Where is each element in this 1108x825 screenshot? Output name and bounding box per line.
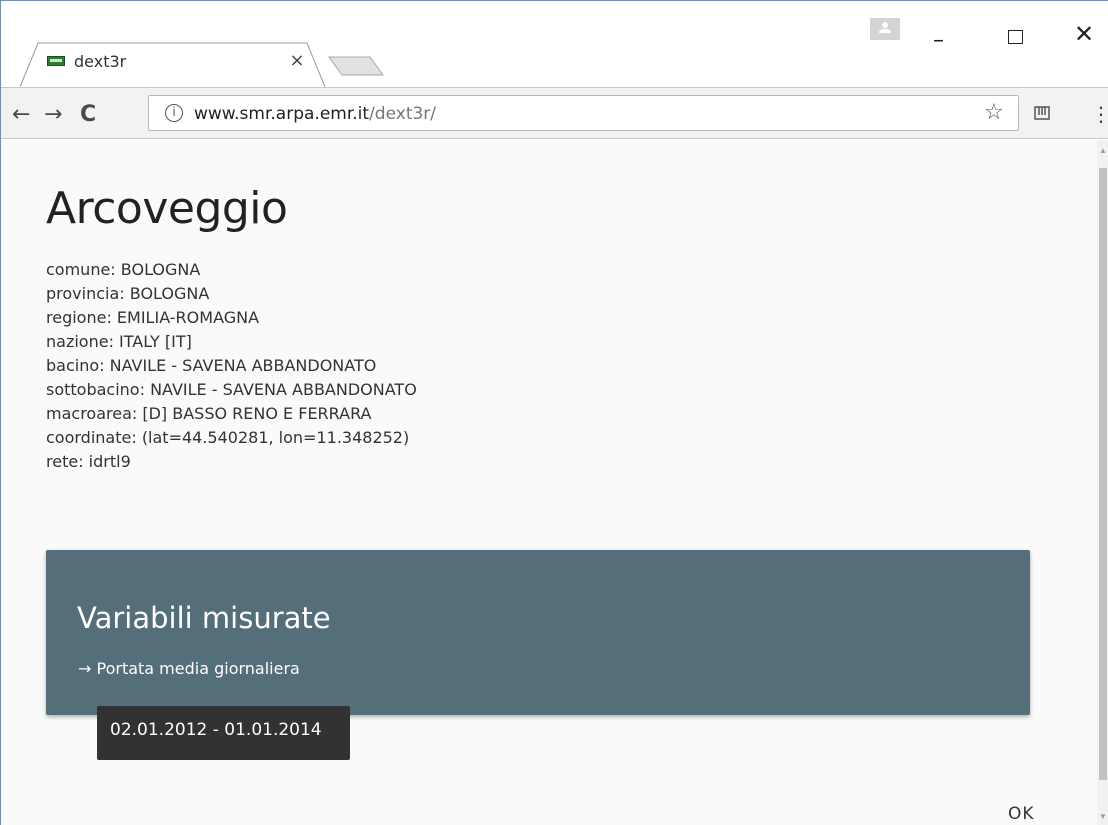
detail-nazione: nazione: ITALY [IT] [46, 332, 192, 351]
tab-title: dext3r [74, 52, 127, 71]
station-title: Arcoveggio [46, 183, 288, 234]
scroll-down-arrow-icon[interactable]: ▼ [1099, 812, 1107, 821]
url-path: /dext3r/ [369, 104, 437, 124]
back-icon[interactable]: ← [12, 102, 30, 127]
site-info-icon[interactable]: i [165, 104, 183, 122]
variables-card-title: Variabili misurate [77, 601, 331, 635]
detail-provincia: provincia: BOLOGNA [46, 284, 210, 303]
url-host: www.smr.arpa.emr.it [194, 104, 370, 124]
tab-close-icon[interactable]: × [287, 50, 307, 71]
detail-coordinate: coordinate: (lat=44.540281, lon=11.34825… [46, 428, 410, 447]
ok-button[interactable]: OK [1008, 804, 1035, 824]
forward-icon[interactable]: → [44, 102, 62, 127]
detail-bacino: bacino: NAVILE - SAVENA ABBANDONATO [46, 356, 377, 375]
variable-link-portata[interactable]: → Portata media giornaliera [78, 659, 300, 678]
maximize-icon[interactable] [1008, 30, 1023, 44]
extension-icon[interactable] [1034, 105, 1050, 121]
scrollbar-thumb[interactable] [1099, 168, 1107, 780]
profile-icon[interactable] [870, 18, 900, 40]
browser-window: dext3r × – ✕ ← → C i www.smr.arpa.emr.it… [0, 0, 1108, 825]
browser-menu-icon[interactable]: ⋮ [1091, 102, 1108, 126]
reload-icon[interactable]: C [80, 102, 96, 127]
station-details: comune: BOLOGNA provincia: BOLOGNA regio… [46, 258, 417, 474]
site-favicon-icon [47, 56, 65, 66]
bookmark-star-icon[interactable]: ☆ [984, 100, 1004, 125]
minimize-icon[interactable]: – [933, 28, 944, 53]
detail-macroarea: macroarea: [D] BASSO RENO E FERRARA [46, 404, 372, 423]
tab-dext3r[interactable] [20, 42, 325, 87]
detail-regione: regione: EMILIA-ROMAGNA [46, 308, 260, 327]
detail-rete: rete: idrtl9 [46, 452, 131, 471]
url-text[interactable]: www.smr.arpa.emr.it/dext3r/ [194, 104, 436, 124]
detail-sottobacino: sottobacino: NAVILE - SAVENA ABBANDONATO [46, 380, 417, 399]
detail-comune: comune: BOLOGNA [46, 260, 201, 279]
scroll-up-arrow-icon[interactable]: ▲ [1099, 146, 1107, 155]
tooltip-text: 02.01.2012 - 01.01.2014 [110, 720, 322, 740]
window-close-icon[interactable]: ✕ [1074, 20, 1094, 48]
new-tab-button[interactable] [328, 56, 384, 81]
